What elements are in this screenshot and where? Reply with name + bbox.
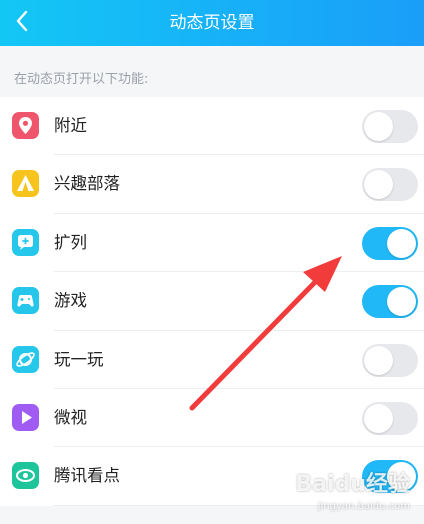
feature-row: 玩一玩 [0, 330, 424, 389]
chat-plus-icon [12, 228, 39, 256]
feature-row: 兴趣部落 [0, 155, 424, 214]
location-pin-icon [12, 112, 39, 139]
toggle-knob [364, 112, 393, 141]
section-label: 在动态页打开以下功能: [14, 72, 149, 87]
watermark-url: jingyan.baidu.com [317, 501, 410, 512]
feature-toggle[interactable] [362, 401, 418, 435]
feature-label: 微视 [54, 407, 87, 427]
feature-toggle[interactable] [362, 226, 418, 260]
toggle-knob [387, 228, 416, 258]
toggle-knob [364, 403, 393, 433]
feature-toggle[interactable] [362, 285, 418, 319]
feature-label: 腾讯看点 [54, 466, 120, 486]
toggle-knob [387, 287, 416, 317]
planet-icon [12, 345, 39, 373]
feature-row: 微视 [0, 388, 424, 448]
eye-icon [12, 462, 39, 490]
feature-list: 附近兴趣部落扩列游戏玩一玩微视腾讯看点 [0, 97, 424, 506]
feature-label: 扩列 [54, 232, 87, 252]
feature-row: 游戏 [0, 272, 424, 331]
feature-toggle[interactable] [362, 110, 418, 143]
watermark-logo: Baidu经验 [295, 472, 410, 497]
tent-icon [12, 170, 39, 198]
feature-label: 附近 [54, 116, 87, 135]
feature-label: 玩一玩 [54, 349, 104, 369]
feature-row: 扩列 [0, 213, 424, 273]
feature-row: 附近 [0, 97, 424, 156]
feature-toggle[interactable] [362, 168, 418, 202]
toggle-knob [364, 170, 393, 200]
feature-label: 游戏 [54, 291, 87, 311]
feature-label: 兴趣部落 [54, 174, 120, 194]
toggle-knob [364, 345, 393, 375]
gamepad-icon [12, 287, 39, 315]
play-icon [12, 403, 39, 431]
page-title: 动态页设置 [169, 13, 255, 33]
feature-toggle[interactable] [362, 343, 418, 377]
header-bar: 动态页设置 [0, 0, 424, 46]
